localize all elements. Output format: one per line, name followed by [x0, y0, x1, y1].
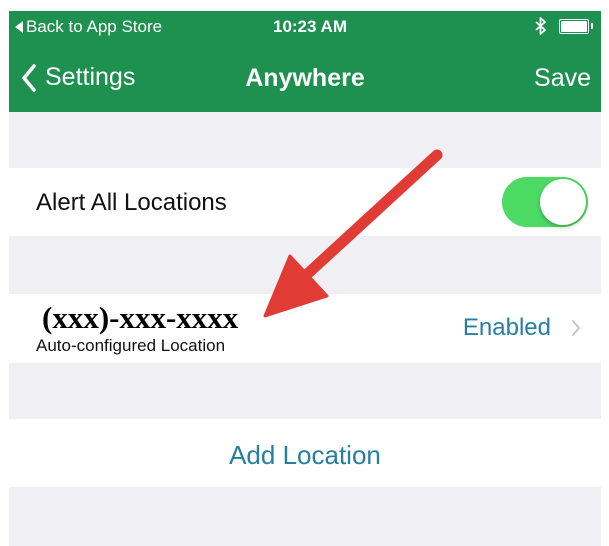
location-number: (xxx)-xxx-xxxx: [42, 300, 239, 335]
alert-all-locations-label: Alert All Locations: [36, 189, 227, 216]
add-location-button[interactable]: Add Location: [9, 440, 601, 471]
location-row[interactable]: (xxx)-xxx-xxxx Auto-configured Location …: [9, 294, 601, 363]
header: Back to App Store 10:23 AM Settings Anyw…: [9, 11, 601, 112]
status-bar: Back to App Store 10:23 AM: [9, 11, 601, 45]
location-status: Enabled: [462, 314, 551, 341]
navigation-bar: Settings Anywhere Save: [9, 45, 601, 112]
alert-all-locations-toggle[interactable]: [502, 177, 588, 227]
bluetooth-icon: [535, 17, 546, 35]
status-time: 10:23 AM: [272, 17, 347, 36]
add-location-row[interactable]: Add Location: [9, 419, 601, 487]
phone-screen: Back to App Store 10:23 AM Settings Anyw…: [9, 11, 601, 546]
status-icons: [535, 17, 593, 35]
location-subtitle: Auto-configured Location: [36, 336, 226, 355]
toggle-knob: [540, 179, 586, 225]
save-button[interactable]: Save: [534, 64, 591, 93]
page-title: Anywhere: [245, 64, 365, 92]
chevron-right-icon: [572, 320, 580, 336]
battery-icon: [559, 18, 593, 34]
alert-all-locations-row: Alert All Locations: [9, 168, 601, 236]
